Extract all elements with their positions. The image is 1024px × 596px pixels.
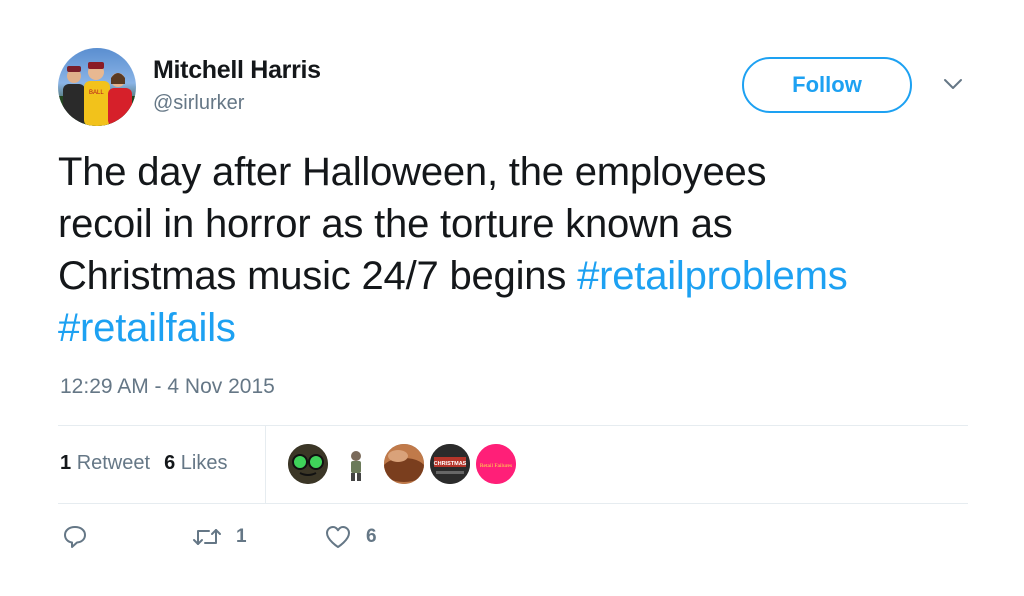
landscape-photo-avatar[interactable] [382,442,426,486]
tweet-text-line: Christmas music 24/7 begins #retailprobl… [58,250,998,302]
author-avatar[interactable]: BALL [58,48,136,126]
retweet-stat[interactable]: 1 Retweet [60,452,150,475]
christmas-avatar-text: CHRISTMAS [434,461,467,467]
svg-text:BALL: BALL [89,90,104,96]
tweet-stats: 1 Retweet 6 Likes [60,452,227,475]
chevron-down-icon[interactable] [942,76,964,92]
likes-stat[interactable]: 6 Likes [164,452,227,475]
frog-goggles-avatar[interactable] [286,442,330,486]
likes-count: 6 [164,452,176,474]
author-name[interactable]: Mitchell Harris [153,56,321,85]
tweet-timestamp[interactable]: 12:29 AM - 4 Nov 2015 [60,375,275,399]
reply-icon [64,526,86,548]
christmas-text-avatar[interactable]: CHRISTMAS [428,442,472,486]
reply-action[interactable] [62,524,102,550]
retail-logo-avatar[interactable]: Retail Failures [474,442,518,486]
retweet-count: 1 [60,452,72,474]
hashtag-link[interactable]: #retailfails [58,306,236,350]
retweet-action-count: 1 [236,526,247,547]
divider [265,425,266,503]
tweet-text-line: recoil in horror as the torture known as [58,202,733,246]
retweet-label: Retweet [76,452,151,474]
tweet-text-line: #retailfails [58,302,998,354]
author-handle[interactable]: @sirlurker [153,92,244,115]
like-action-count: 6 [366,526,377,547]
retweet-action[interactable]: 1 [192,524,247,550]
divider [58,503,968,504]
tweet-text: The day after Halloween, the employees r… [58,146,998,354]
retail-avatar-text: Retail Failures [480,463,512,469]
retweet-icon [193,529,221,545]
cartoon-character-avatar[interactable] [334,442,378,486]
likes-label: Likes [180,452,228,474]
tweet-text-line: The day after Halloween, the employees [58,150,767,194]
tweet-text-segment: Christmas music 24/7 begins [58,254,578,298]
heart-icon [326,526,350,548]
hashtag-link[interactable]: #retailproblems [577,254,848,298]
like-action[interactable]: 6 [324,524,377,550]
follow-button[interactable]: Follow [742,57,912,113]
divider [58,425,968,426]
